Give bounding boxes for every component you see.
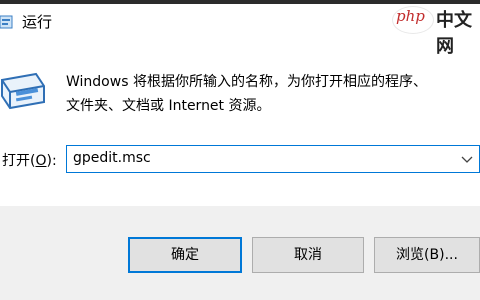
instruction-text: Windows 将根据你所输入的名称，为你打开相应的程序、 文件夹、文档或 In… — [66, 70, 476, 118]
window-title: 运行 — [22, 13, 53, 31]
watermark-brand-cn: 中文网 — [436, 10, 472, 57]
instruction-line-2: 文件夹、文档或 Internet 资源。 — [66, 98, 271, 114]
browse-button[interactable]: 浏览(B)... — [374, 237, 480, 273]
cancel-button[interactable]: 取消 — [252, 237, 364, 273]
open-label: 打开(O): — [2, 150, 57, 170]
php-cn-watermark: php 中文网 — [392, 6, 480, 57]
run-dialog: 运行 php 中文网 Windows 将根据你所输入的名称，为你打开相应的程序、… — [0, 0, 480, 300]
open-label-accesskey: O — [35, 153, 47, 169]
ok-button[interactable]: 确定 — [128, 237, 242, 273]
open-combobox[interactable]: gpedit.msc — [66, 145, 480, 173]
run-icon — [0, 14, 14, 30]
instruction-line-1: Windows 将根据你所输入的名称，为你打开相应的程序、 — [66, 74, 427, 90]
chevron-down-icon[interactable] — [459, 149, 475, 169]
open-label-suffix: ): — [46, 153, 57, 169]
run-dialog-icon — [0, 68, 48, 112]
watermark-brand-latin: php — [396, 7, 425, 25]
open-input-value[interactable]: gpedit.msc — [73, 150, 151, 166]
open-label-prefix: 打开( — [2, 153, 36, 169]
